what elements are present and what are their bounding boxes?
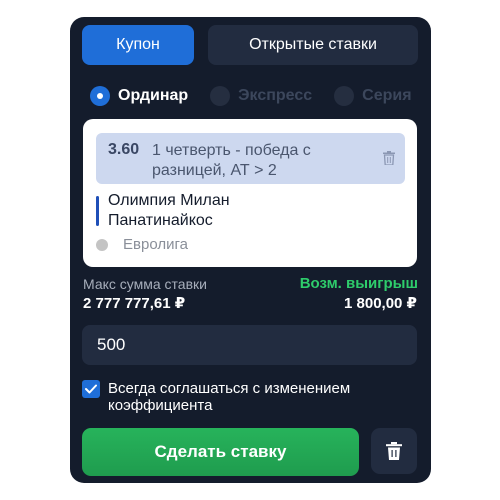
remove-bet-trash-icon[interactable] xyxy=(383,151,397,167)
radio-single[interactable] xyxy=(90,86,110,106)
radio-series[interactable] xyxy=(334,86,355,106)
accept-changes-label: Всегда соглашаться с изменением коэффици… xyxy=(108,380,351,414)
check-icon xyxy=(85,384,97,394)
bet-type-express-label: Экспресс xyxy=(238,87,313,104)
radio-express[interactable] xyxy=(210,86,231,106)
bet-type-express[interactable]: Экспресс xyxy=(210,86,312,106)
bet-type-series[interactable]: Серия xyxy=(334,86,412,106)
max-stake-label: Макс сумма ставки xyxy=(83,276,207,292)
tab-open-bets[interactable]: Открытые ставки xyxy=(208,25,418,65)
league-status-dot xyxy=(96,238,108,251)
bet-type-single-label: Ординар xyxy=(118,87,189,104)
league-name: Евролига xyxy=(123,236,188,253)
odds-box: 3.60 1 четверть - победа с разницей, АТ … xyxy=(96,133,405,184)
clear-slip-button[interactable] xyxy=(371,428,417,474)
place-bet-button[interactable]: Сделать ставку xyxy=(82,428,359,476)
stake-amount-input[interactable] xyxy=(82,325,417,365)
team-indicator-bar xyxy=(96,196,99,226)
tab-coupon[interactable]: Купон xyxy=(82,25,194,65)
team-away: Панатинайкос xyxy=(108,212,213,229)
league-row: Евролига xyxy=(96,236,188,253)
bet-type-series-label: Серия xyxy=(362,87,412,104)
possible-win-value: 1 800,00 ₽ xyxy=(344,295,417,312)
market-description: 1 четверть - победа с разницей, АТ > 2 xyxy=(152,142,311,179)
bet-type-selector: Ординар Экспресс Серия xyxy=(90,83,421,109)
odds-value: 3.60 xyxy=(108,141,140,158)
max-stake-value: 2 777 777,61 ₽ xyxy=(83,295,186,312)
bet-type-single[interactable]: Ординар xyxy=(90,86,188,106)
trash-icon xyxy=(386,442,402,460)
team-home: Олимпия Милан xyxy=(108,192,230,209)
possible-win-label: Возм. выигрыш xyxy=(299,275,418,292)
accept-changes-checkbox[interactable] xyxy=(82,380,100,398)
